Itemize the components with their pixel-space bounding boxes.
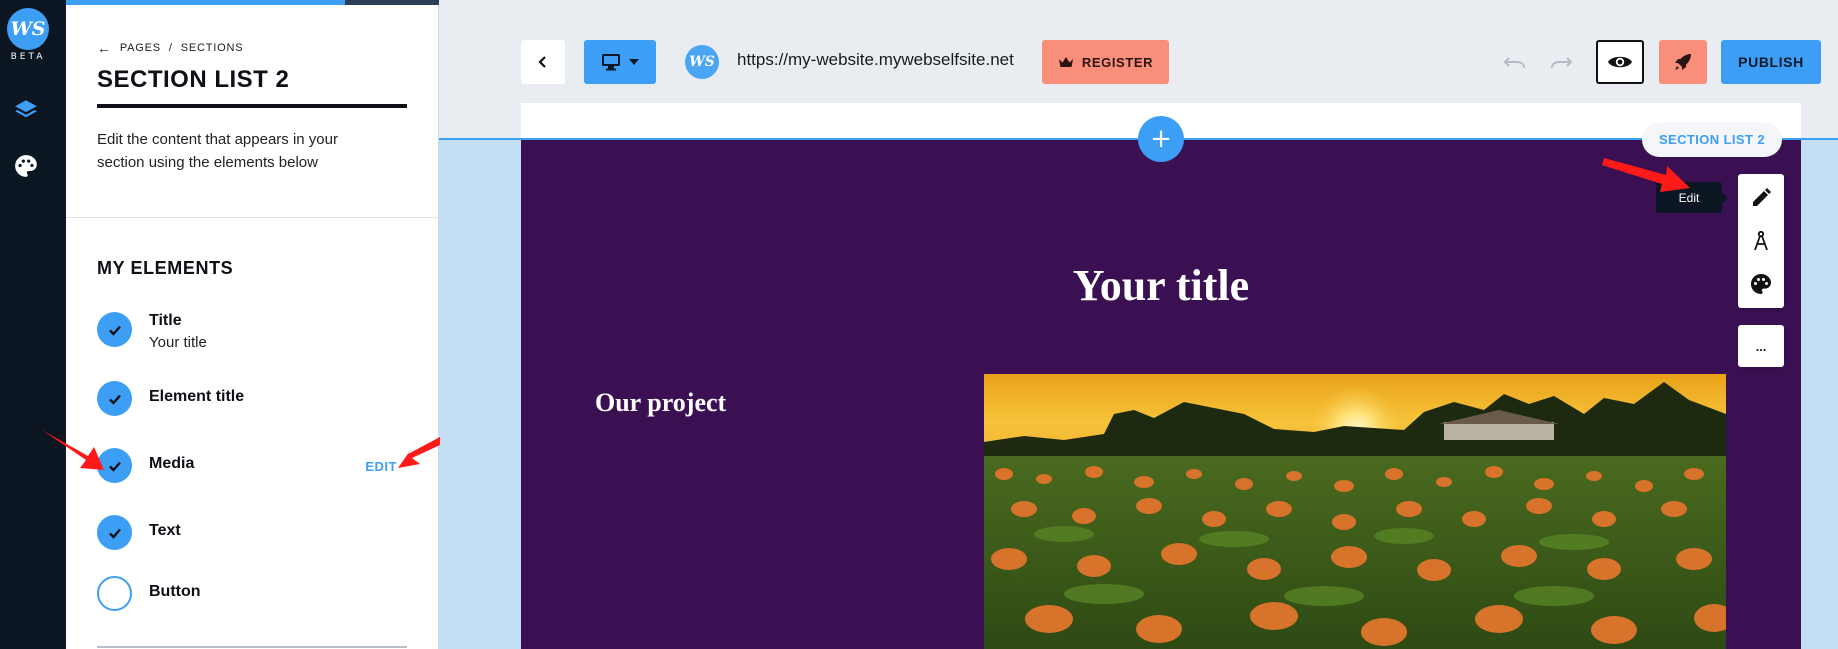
chevron-left-icon	[538, 56, 546, 68]
device-switcher[interactable]	[584, 40, 656, 84]
section-editor-panel: ← PAGES / SECTIONS SECTION LIST 2 Edit t…	[66, 0, 439, 649]
media-edit-link[interactable]: EDIT	[365, 459, 397, 474]
more-options-button[interactable]: ...	[1738, 325, 1784, 367]
add-section-button[interactable]: +	[1138, 116, 1184, 162]
elements-heading: MY ELEMENTS	[97, 258, 234, 278]
app-logo[interactable]: WS	[7, 8, 49, 50]
palette-icon[interactable]	[12, 152, 40, 180]
desktop-icon	[602, 54, 620, 71]
back-arrow-icon[interactable]: ←	[97, 40, 112, 56]
compass-icon[interactable]	[1747, 227, 1775, 255]
breadcrumb-sections[interactable]: SECTIONS	[181, 42, 244, 54]
undo-icon	[1503, 57, 1525, 69]
check-icon[interactable]	[97, 381, 132, 416]
section-media-image[interactable]	[984, 374, 1726, 649]
app-logo-text: WS	[10, 18, 46, 40]
register-label: REGISTER	[1081, 54, 1154, 70]
undo-button[interactable]	[1497, 40, 1533, 84]
element-title[interactable]: Our project	[595, 388, 726, 418]
publish-button[interactable]: PUBLISH	[1721, 40, 1821, 84]
element-value: Your title	[149, 334, 207, 351]
edit-tooltip: Edit	[1656, 182, 1728, 213]
redo-icon	[1551, 57, 1573, 69]
divider	[97, 646, 407, 648]
layers-icon[interactable]	[12, 96, 40, 124]
eye-icon	[1608, 56, 1632, 68]
rocket-icon	[1675, 54, 1691, 70]
element-name: Media	[149, 455, 195, 472]
section-tools	[1738, 174, 1784, 308]
element-name: Element title	[149, 388, 245, 405]
pumpkin-field-photo	[984, 374, 1726, 649]
element-item-button[interactable]: Button	[97, 576, 417, 616]
palette-icon[interactable]	[1747, 270, 1775, 298]
divider	[66, 217, 439, 218]
check-icon[interactable]	[97, 515, 132, 550]
unchecked-circle-icon[interactable]	[97, 576, 132, 611]
element-name: Button	[149, 583, 201, 600]
register-button[interactable]: REGISTER	[1042, 40, 1169, 84]
site-logo-text: WS	[689, 54, 715, 70]
editor-canvas: WS https://my-website.mywebselfsite.net …	[439, 0, 1838, 649]
element-name: Title	[149, 312, 182, 329]
breadcrumb-separator: /	[168, 42, 173, 54]
app-rail: WS BETA	[0, 0, 66, 649]
preview-button[interactable]	[1596, 40, 1644, 84]
element-item-element-title[interactable]: Element title	[97, 381, 417, 421]
caret-down-icon	[629, 59, 639, 65]
back-button[interactable]	[521, 40, 565, 84]
breadcrumb-pages[interactable]: PAGES	[120, 42, 161, 54]
section-name-tag[interactable]: SECTION LIST 2	[1642, 122, 1782, 157]
page-title: SECTION LIST 2	[97, 66, 407, 108]
check-icon[interactable]	[97, 448, 132, 483]
check-icon[interactable]	[97, 312, 132, 347]
section-title[interactable]: Your title	[521, 260, 1801, 311]
progress-bar	[66, 0, 439, 5]
panel-description: Edit the content that appears in your se…	[97, 131, 338, 171]
element-name: Text	[149, 522, 181, 539]
element-item-title[interactable]: Title Your title	[97, 312, 417, 352]
crown-icon	[1058, 57, 1073, 67]
beta-label: BETA	[10, 52, 46, 62]
breadcrumb: ← PAGES / SECTIONS	[97, 40, 243, 56]
site-logo: WS	[685, 45, 719, 79]
element-item-text[interactable]: Text	[97, 515, 417, 555]
boost-button[interactable]	[1659, 40, 1707, 84]
pencil-icon[interactable]	[1747, 184, 1775, 212]
redo-button[interactable]	[1543, 40, 1579, 84]
site-url[interactable]: https://my-website.mywebselfsite.net	[737, 50, 1014, 70]
element-item-media[interactable]: Media EDIT	[97, 448, 417, 488]
